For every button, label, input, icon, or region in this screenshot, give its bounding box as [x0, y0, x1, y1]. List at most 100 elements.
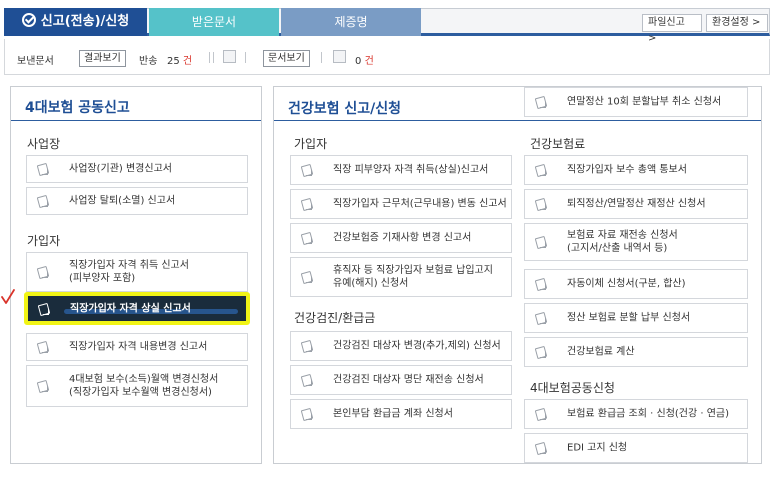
tab-report-submit[interactable]: 신고(전송)/신청	[4, 8, 147, 36]
form-label: 직장가입자 보수 총액 통보서	[567, 164, 687, 176]
view-result-button[interactable]: 결과보기	[79, 50, 126, 67]
form-icon	[37, 266, 49, 278]
form-item[interactable]: 연말정산 10회 분할납부 취소 신청서	[524, 87, 748, 117]
form-icon	[535, 164, 547, 176]
form-item[interactable]: 본인부담 환급금 계좌 신청서	[290, 399, 512, 429]
section-title-subscriber: 가입자	[27, 234, 61, 248]
divider	[209, 52, 210, 63]
panel-divider	[11, 120, 261, 121]
form-icon	[535, 442, 547, 454]
form-item[interactable]: 건강검진 대상자 명단 재전송 신청서	[290, 365, 512, 395]
form-label: 건강검진 대상자 변경(추가,제외) 신청서	[333, 340, 501, 352]
section-title-premium: 건강보험료	[530, 137, 586, 151]
divider	[245, 52, 246, 63]
form-icon	[535, 278, 547, 290]
document-count-unit: 건	[364, 56, 374, 67]
form-label: 연말정산 10회 분할납부 취소 신청서	[567, 96, 722, 108]
form-label: 4대보험 보수(소득)월액 변경신청서 (직장가입자 보수월액 변경신청서)	[69, 374, 219, 398]
form-item[interactable]: 자동이체 신청서(구분, 합산)	[524, 269, 748, 299]
form-label: 직장가입자 자격 취득 신고서 (피부양자 포함)	[69, 260, 189, 284]
form-label: 건강보험료 계산	[567, 346, 635, 358]
file-report-button[interactable]: 파일신고 >	[642, 14, 702, 44]
form-label: 건강검진 대상자 명단 재전송 신청서	[333, 374, 484, 386]
form-label: 본인부담 환급금 계좌 신청서	[333, 408, 453, 420]
form-icon	[535, 198, 547, 210]
form-label: 정산 보험료 분할 납부 신청서	[567, 312, 691, 324]
right-panel-health-insurance: 건강보험 신고/신청 연말정산 10회 분할납부 취소 신청서 가입자 직장 피…	[273, 86, 762, 464]
section-title-joint-application: 4대보험공동신청	[530, 381, 615, 395]
divider	[321, 52, 322, 63]
return-count-unit: 건	[182, 56, 193, 67]
form-icon	[535, 408, 547, 420]
settings-button[interactable]: 환경설정 >	[706, 14, 768, 32]
section-title-checkup-refund: 건강검진/환급금	[294, 311, 376, 325]
form-item[interactable]: 건강보험증 기재사항 변경 신고서	[290, 223, 512, 253]
view-document-button[interactable]: 문서보기	[263, 50, 310, 67]
form-label: 퇴직정산/연말정산 재정산 신청서	[567, 198, 706, 210]
form-icon	[37, 380, 49, 392]
form-item[interactable]: 직장가입자 자격 취득 신고서 (피부양자 포함)	[26, 252, 248, 292]
form-label: 보험료 환급금 조회 · 신청(건강 · 연금)	[567, 408, 730, 420]
form-item[interactable]: 보험료 자료 재전송 신청서 (고지서/산출 내역서 등)	[524, 223, 748, 261]
form-label: EDI 고지 신청	[567, 442, 628, 454]
form-label: 직장 피부양자 자격 취득(상실)신고서	[333, 164, 489, 176]
document-icon[interactable]	[333, 50, 346, 63]
panel-divider	[274, 120, 761, 121]
form-icon	[301, 164, 313, 176]
form-item[interactable]: 퇴직정산/연말정산 재정산 신청서	[524, 189, 748, 219]
form-label: 직장가입자 자격 상실 신고서	[70, 303, 191, 314]
form-item[interactable]: 직장가입자 자격 내용변경 신고서	[26, 333, 248, 361]
return-count-value: 25	[167, 56, 180, 67]
form-label: 사업장 탈퇴(소멸) 신고서	[69, 195, 176, 207]
form-label: 직장가입자 자격 내용변경 신고서	[69, 341, 208, 353]
panel-title: 건강보험 신고/신청	[288, 101, 402, 117]
form-icon	[301, 232, 313, 244]
form-item[interactable]: 건강검진 대상자 변경(추가,제외) 신청서	[290, 331, 512, 361]
form-icon	[301, 271, 313, 283]
form-icon	[301, 198, 313, 210]
check-circle-icon	[21, 13, 36, 27]
form-icon	[535, 346, 547, 358]
form-item[interactable]: 직장가입자 근무처(근무내용) 변동 신고서	[290, 189, 512, 219]
sent-documents-label: 보낸문서	[17, 56, 54, 67]
form-icon	[535, 312, 547, 324]
form-label: 휴직자 등 직장가입자 보험료 납입고지 유예(해지) 신청서	[333, 265, 493, 289]
form-item[interactable]: 정산 보험료 분할 납부 신청서	[524, 303, 748, 333]
form-icon	[37, 195, 49, 207]
form-icon	[37, 341, 49, 353]
left-panel-4-insurance: 4대보험 공동신고 사업장 사업장(기관) 변경신고서 사업장 탈퇴(소멸) 신…	[10, 86, 262, 464]
panel-title: 4대보험 공동신고	[25, 100, 130, 116]
form-item[interactable]: 보험료 환급금 조회 · 신청(건강 · 연금)	[524, 399, 748, 429]
form-label: 직장가입자 근무처(근무내용) 변동 신고서	[333, 198, 507, 210]
envelope-icon[interactable]	[223, 50, 236, 63]
tab-certificate[interactable]: 제증명	[281, 8, 421, 36]
section-title-workplace: 사업장	[27, 137, 61, 151]
tab-report-submit-label: 신고(전송)/신청	[40, 14, 130, 29]
section-title-subscriber: 가입자	[294, 137, 328, 151]
red-check-mark-icon	[1, 289, 15, 304]
form-label: 자동이체 신청서(구분, 합산)	[567, 278, 686, 290]
form-item[interactable]: 직장가입자 보수 총액 통보서	[524, 155, 748, 185]
form-item[interactable]: 휴직자 등 직장가입자 보험료 납입고지 유예(해지) 신청서	[290, 257, 512, 297]
form-label: 보험료 자료 재전송 신청서 (고지서/산출 내역서 등)	[567, 230, 678, 254]
form-item-highlighted[interactable]: 직장가입자 자격 상실 신고서	[24, 292, 250, 325]
form-item[interactable]: 건강보험료 계산	[524, 337, 748, 367]
document-count: 0 건	[355, 52, 374, 67]
status-bar: 보낸문서 결과보기 반송 25 건 문서보기 0 건	[4, 39, 770, 75]
form-icon	[535, 96, 547, 108]
document-count-value: 0	[355, 56, 362, 67]
form-item[interactable]: EDI 고지 신청	[524, 433, 748, 463]
form-icon	[301, 374, 313, 386]
form-icon	[37, 163, 49, 175]
tab-received-documents[interactable]: 받은문서	[149, 8, 279, 36]
form-label: 건강보험증 기재사항 변경 신고서	[333, 232, 472, 244]
form-icon	[38, 303, 50, 315]
form-item[interactable]: 4대보험 보수(소득)월액 변경신청서 (직장가입자 보수월액 변경신청서)	[26, 365, 248, 407]
form-item[interactable]: 사업장(기관) 변경신고서	[26, 155, 248, 183]
form-item[interactable]: 직장 피부양자 자격 취득(상실)신고서	[290, 155, 512, 185]
form-icon	[301, 340, 313, 352]
form-item[interactable]: 사업장 탈퇴(소멸) 신고서	[26, 187, 248, 215]
form-icon	[535, 236, 547, 248]
divider	[213, 52, 214, 63]
return-count: 25 건	[167, 52, 192, 67]
